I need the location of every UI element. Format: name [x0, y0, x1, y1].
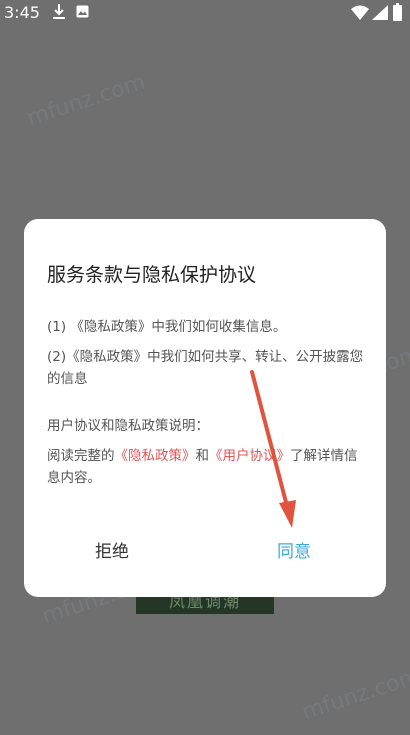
wifi-icon — [351, 5, 369, 20]
dialog-paragraph-read: 阅读完整的《隐私政策》和《用户协议》了解详情信息内容。 — [47, 445, 365, 489]
watermark: mfunz.com — [24, 69, 149, 132]
photo-icon — [76, 5, 89, 18]
dialog-paragraph-collect: (1) 《隐私政策》中我们如何收集信息。 — [47, 319, 287, 335]
dialog-paragraph-intro: 用户协议和隐私政策说明： — [47, 418, 209, 434]
privacy-policy-link[interactable]: 《隐私政策》 — [115, 448, 196, 464]
download-icon — [53, 4, 65, 19]
read-prefix: 阅读完整的 — [47, 448, 115, 464]
privacy-dialog: 服务条款与隐私保护协议 (1) 《隐私政策》中我们如何收集信息。 (2)《隐私政… — [24, 219, 386, 597]
dialog-paragraph-share: (2)《隐私政策》中我们如何共享、转让、公开披露您的信息 — [47, 349, 364, 387]
reject-button[interactable]: 拒绝 — [95, 539, 129, 565]
battery-icon — [393, 3, 402, 21]
status-bar: 3:45 — [0, 0, 410, 26]
read-and: 和 — [195, 448, 210, 464]
dialog-title: 服务条款与隐私保护协议 — [47, 264, 257, 286]
watermark: mfunz.com — [299, 663, 410, 726]
status-time: 3:45 — [4, 3, 40, 22]
user-agreement-link[interactable]: 《用户协议》 — [209, 448, 290, 464]
agree-button[interactable]: 同意 — [277, 539, 311, 565]
signal-icon — [372, 5, 388, 20]
